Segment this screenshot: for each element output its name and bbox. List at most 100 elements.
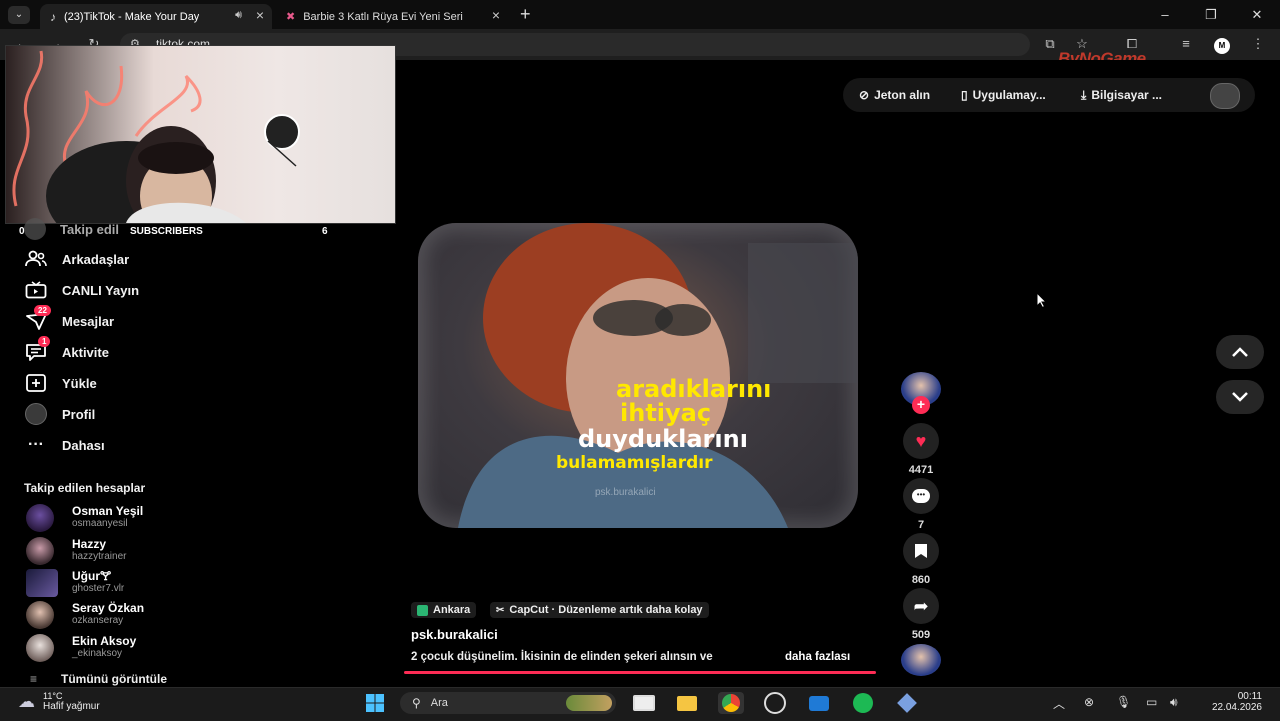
sidebar-item-live[interactable]: CANLI Yayın bbox=[24, 279, 139, 301]
author-avatar-button[interactable]: + bbox=[896, 372, 946, 414]
sidebar-item-messages[interactable]: 22 Mesajlar bbox=[24, 305, 114, 332]
sidebar-item-label: Arkadaşlar bbox=[62, 251, 130, 267]
subscriber-label: SUBSCRIBERS bbox=[130, 226, 203, 237]
coin-icon: ⊘ bbox=[859, 88, 870, 102]
mouse-cursor-icon bbox=[1036, 292, 1048, 308]
get-app-button[interactable]: ▯ Uygulamay... bbox=[961, 87, 1046, 103]
sidebar-item-friends[interactable]: Arkadaşlar bbox=[24, 248, 129, 270]
volume-icon[interactable]: 🔊︎ bbox=[1170, 695, 1178, 710]
user-avatar[interactable] bbox=[1210, 83, 1240, 109]
list-item[interactable]: Hazzy hazzytrainer bbox=[26, 537, 126, 565]
download-icon: ⤓ bbox=[1081, 87, 1087, 102]
taskbar-search[interactable]: ⚲ Ara bbox=[400, 692, 616, 714]
caption-line: duyduklarını bbox=[578, 425, 748, 453]
account-name: Ekin Aksoy bbox=[72, 634, 137, 648]
location-icon bbox=[417, 604, 428, 616]
clock[interactable]: 00:11 22.04.2026 bbox=[1198, 691, 1262, 713]
more-icon: ··· bbox=[28, 436, 44, 453]
start-button[interactable] bbox=[362, 692, 388, 714]
chevron-up-icon bbox=[1232, 347, 1248, 357]
network-icon[interactable]: ▭ bbox=[1146, 695, 1157, 709]
list-item[interactable]: Uğur🝖 ghoster7.vlr bbox=[26, 569, 124, 597]
tray-chevron-icon[interactable]: ︿ bbox=[1053, 695, 1065, 712]
share-button[interactable]: ➦ 509 bbox=[896, 588, 946, 641]
close-window-button[interactable]: ✕ bbox=[1234, 4, 1280, 26]
video-player[interactable]: aradıklarını ihtiyaç duyduklarını bulama… bbox=[418, 223, 858, 528]
bookmark-icon bbox=[915, 544, 927, 558]
app-icon[interactable] bbox=[762, 692, 788, 714]
avatar bbox=[26, 504, 54, 532]
tab-search-button[interactable]: ⌄ bbox=[8, 6, 30, 24]
profile-avatar[interactable]: M bbox=[1212, 34, 1232, 54]
music-disc[interactable] bbox=[896, 644, 946, 676]
account-handle: osmaanyesil bbox=[72, 518, 128, 529]
live-icon bbox=[24, 280, 48, 300]
sidebar-item-more[interactable]: ··· Dahası bbox=[24, 434, 105, 456]
avatar bbox=[26, 569, 58, 597]
video-progress-bar[interactable] bbox=[404, 671, 876, 674]
close-tab-icon[interactable]: × bbox=[256, 7, 264, 23]
new-tab-button[interactable]: + bbox=[520, 4, 531, 25]
followed-accounts-title: Takip edilen hesaplar bbox=[24, 481, 146, 495]
more-link[interactable]: daha fazlası bbox=[785, 651, 850, 663]
spotify-icon[interactable] bbox=[850, 692, 876, 714]
see-all-link[interactable]: ≡ Tümünü görüntüle bbox=[30, 672, 167, 686]
video-watermark: psk.burakalici bbox=[595, 487, 656, 498]
sidebar-item-label: Profil bbox=[62, 406, 96, 422]
tab-title: Barbie 3 Katlı Rüya Evi Yeni Seri bbox=[303, 10, 463, 23]
list-item[interactable]: Seray Özkan ozkanseray bbox=[26, 601, 144, 629]
like-button[interactable]: ♥ 4471 bbox=[896, 423, 946, 476]
location-chip[interactable]: Ankara bbox=[411, 602, 477, 618]
microphone-icon[interactable]: 🎙︎ bbox=[1116, 695, 1131, 709]
close-tab-icon[interactable]: × bbox=[492, 7, 500, 23]
tiktok-icon: ♪ bbox=[50, 9, 56, 24]
video-author[interactable]: psk.burakalici bbox=[411, 627, 498, 642]
friends-icon bbox=[24, 249, 48, 269]
mail-icon[interactable] bbox=[806, 692, 832, 714]
sidebar-item-following[interactable]: Takip edil bbox=[24, 218, 119, 240]
search-highlight-icon bbox=[566, 695, 612, 711]
comment-button[interactable]: ••• 7 bbox=[896, 478, 946, 531]
layers-app-icon[interactable] bbox=[894, 692, 920, 714]
account-handle: hazzytrainer bbox=[72, 551, 127, 562]
minimize-button[interactable]: – bbox=[1142, 4, 1188, 26]
get-coins-button[interactable]: ⊘ Jeton alın bbox=[859, 87, 930, 103]
tab-tiktok[interactable]: ♪ (23)TikTok - Make Your Day 🔊︎ × bbox=[40, 4, 272, 29]
webcam-scene bbox=[12, 50, 300, 223]
next-video-button[interactable] bbox=[1216, 380, 1264, 414]
list-item[interactable]: Osman Yeşil osmaanyesil bbox=[26, 504, 143, 532]
cast-icon[interactable]: ⧉ bbox=[1040, 34, 1060, 54]
weather-widget[interactable]: ☁ 11°C Hafif yağmur bbox=[18, 691, 100, 712]
chrome-icon[interactable] bbox=[718, 692, 744, 714]
speaker-icon[interactable]: 🔊︎ bbox=[235, 9, 242, 22]
account-name: Hazzy bbox=[72, 537, 107, 551]
previous-video-button[interactable] bbox=[1216, 335, 1264, 369]
restore-button[interactable]: ❐ bbox=[1188, 4, 1234, 26]
sidebar-item-activity[interactable]: 1 Aktivite bbox=[24, 336, 109, 363]
task-view-icon[interactable] bbox=[631, 692, 657, 714]
desktop-app-button[interactable]: ⤓ Bilgisayar ... bbox=[1081, 87, 1162, 103]
menu-icon[interactable]: ⋮ bbox=[1248, 34, 1268, 54]
follow-plus-icon[interactable]: + bbox=[912, 396, 930, 414]
tab-barbie[interactable]: ✖ Barbie 3 Katlı Rüya Evi Yeni Seri × bbox=[276, 4, 508, 29]
activity-icon: 1 bbox=[24, 336, 51, 362]
tray-app-icon[interactable]: ⊗ bbox=[1084, 695, 1094, 709]
barbie-tab-icon: ✖ bbox=[286, 11, 296, 23]
capcut-chip[interactable]: ✂ CapCut · Düzenleme artık daha kolay bbox=[490, 602, 709, 618]
sidebar-item-label: Takip edil bbox=[60, 221, 119, 237]
avatar bbox=[26, 634, 54, 662]
upload-icon bbox=[24, 373, 48, 393]
sidebar-item-profile[interactable]: Profil bbox=[24, 403, 95, 425]
like-count: 4471 bbox=[908, 464, 934, 476]
list-item[interactable]: Ekin Aksoy _ekinaksoy bbox=[26, 634, 136, 662]
sidebar-item-label: Dahası bbox=[62, 437, 105, 453]
media-icon[interactable]: ≡ bbox=[1176, 34, 1196, 54]
chevron-down-icon bbox=[1232, 392, 1248, 402]
file-explorer-icon[interactable] bbox=[674, 692, 700, 714]
cloud-rain-icon: ☁ bbox=[18, 691, 35, 711]
sidebar-item-upload[interactable]: Yükle bbox=[24, 372, 97, 394]
following-avatar bbox=[24, 218, 46, 240]
save-button[interactable]: 860 bbox=[896, 533, 946, 586]
account-name: Osman Yeşil bbox=[72, 504, 144, 518]
subscriber-count-right: 6 bbox=[322, 226, 328, 237]
